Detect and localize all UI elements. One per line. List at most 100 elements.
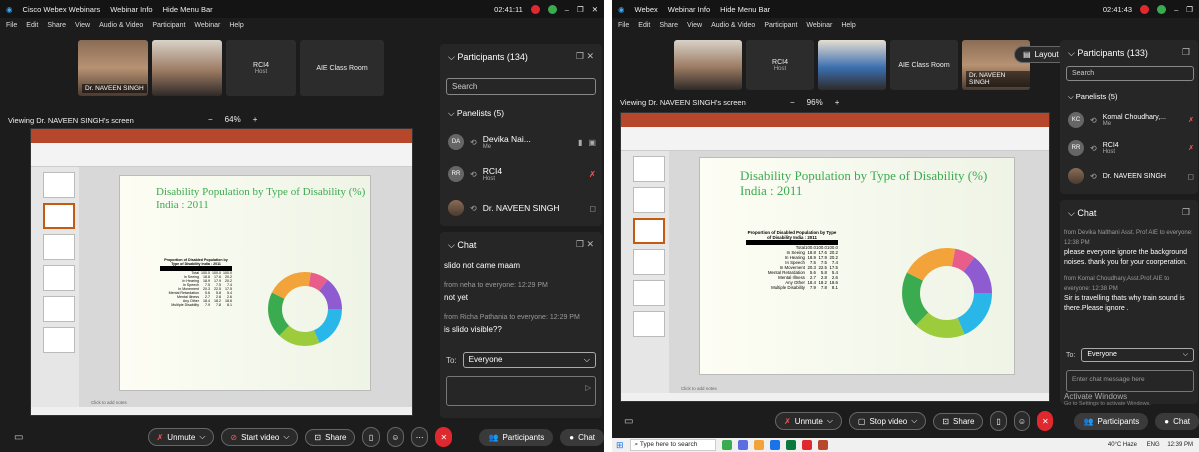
taskbar-app-icon[interactable] (737, 440, 748, 450)
language-label[interactable]: ENG (1147, 442, 1160, 448)
participants-button[interactable]: 👥 Participants (479, 428, 554, 446)
zoom-in-button[interactable]: + (253, 115, 258, 124)
panelists-header[interactable]: ⌵ Panelists (5) (448, 108, 504, 119)
panelist-item[interactable]: ⟲ Dr. NAVEEN SINGH ◻ (1068, 168, 1194, 184)
share-button[interactable]: ⊡ Share (933, 412, 984, 430)
menu-help[interactable]: Help (229, 22, 243, 29)
panelists-header[interactable]: ⌵ Panelists (5) (1068, 92, 1117, 102)
maximize-button[interactable]: ❐ (1186, 5, 1193, 14)
clock-label[interactable]: 12:39 PM (1167, 442, 1193, 448)
menu-webinar[interactable]: Webinar (806, 22, 832, 29)
video-thumb-naveen[interactable]: Dr. NAVEEN SINGH (78, 40, 148, 96)
participants-button[interactable]: 👥 Participants (1074, 412, 1149, 430)
minimize-button[interactable]: – (565, 5, 569, 14)
taskbar-app-icon[interactable] (769, 440, 780, 450)
zoom-out-button[interactable]: − (790, 98, 795, 107)
slide-editor: Disability Population by Type of Disabil… (79, 167, 412, 407)
hide-menu-bar-button[interactable]: Hide Menu Bar (163, 5, 213, 14)
stop-video-button[interactable]: ▢ Stop video ⌵ (848, 412, 927, 430)
recipient-select[interactable]: Everyone ⌵ (1081, 348, 1194, 362)
search-input[interactable]: Search (1066, 66, 1194, 81)
participants-header[interactable]: ⌵ Participants (134) (448, 52, 528, 63)
video-thumb-speaker[interactable] (152, 40, 222, 96)
leave-button[interactable]: ✕ (435, 427, 453, 447)
slide-thumbnail-selected (633, 218, 665, 244)
menu-audio-video[interactable]: Audio & Video (99, 22, 143, 29)
reactions-button[interactable]: ☺ (386, 427, 404, 447)
menu-share[interactable]: Share (659, 22, 678, 29)
windows-start-icon[interactable]: ⊞ (616, 440, 624, 451)
video-thumb-aie[interactable]: AIE Class Room (890, 40, 958, 90)
menu-file[interactable]: File (618, 22, 629, 29)
zoom-out-button[interactable]: − (208, 115, 213, 124)
video-thumb-rci4[interactable]: RCI4 Host (226, 40, 296, 96)
unmute-button[interactable]: ✗ Unmute ⌵ (147, 428, 215, 446)
video-thumb-rci4[interactable]: RCI4 Host (746, 40, 814, 90)
recipient-select[interactable]: Everyone ⌵ (462, 352, 596, 368)
hide-menu-bar-button[interactable]: Hide Menu Bar (720, 5, 770, 14)
video-thumb-presenter[interactable] (818, 40, 886, 90)
notes-placeholder[interactable]: Click to add notes (91, 400, 127, 405)
webinar-info-button[interactable]: Webinar Info (668, 5, 710, 14)
taskbar-app-icon[interactable] (721, 440, 732, 450)
participants-header[interactable]: ⌵ Participants (133) (1068, 48, 1148, 59)
weather-label[interactable]: 40°C Haze (1108, 442, 1137, 448)
menu-edit[interactable]: Edit (638, 22, 650, 29)
chat-input[interactable]: ▷ (446, 376, 596, 406)
menu-view[interactable]: View (75, 22, 90, 29)
chat-header[interactable]: ⌵ Chat (1068, 208, 1096, 219)
video-thumb-aie[interactable]: AIE Class Room (300, 40, 384, 96)
close-panel-icon[interactable]: ❐ ✕ (576, 51, 594, 62)
close-button[interactable]: ✕ (592, 5, 598, 14)
unmute-button[interactable]: ✗ Unmute ⌵ (775, 412, 842, 430)
menu-participant[interactable]: Participant (152, 22, 185, 29)
raise-hand-button[interactable]: ▯ (990, 411, 1007, 431)
menu-participant[interactable]: Participant (764, 22, 797, 29)
taskbar-app-icon[interactable] (785, 440, 796, 450)
panelist-item[interactable]: DA ⟲ Devika Nai... Me ▮ ▣ (448, 134, 596, 150)
send-icon[interactable]: ▷ (585, 383, 591, 392)
share-button[interactable]: ⊡ Share (305, 428, 356, 446)
menu-audio-video[interactable]: Audio & Video (711, 22, 755, 29)
menu-view[interactable]: View (687, 22, 702, 29)
close-panel-icon[interactable]: ❐ (1182, 207, 1190, 218)
menu-webinar[interactable]: Webinar (194, 22, 220, 29)
maximize-button[interactable]: ❐ (577, 5, 584, 14)
participants-panel: ⌵ Participants (134) ❐ ✕ Search ⌵ Paneli… (440, 44, 602, 226)
taskbar-search-input[interactable]: ⌕ Type here to search (629, 439, 716, 451)
chat-button[interactable]: ● Chat (1155, 412, 1199, 430)
video-thumb-speaker[interactable] (674, 40, 742, 90)
taskbar-app-icon[interactable] (753, 440, 764, 450)
minimize-button[interactable]: – (1174, 5, 1178, 14)
panelist-item[interactable]: KC ⟲ Komal Choudhary,... Me ✗ (1068, 112, 1194, 128)
notes-placeholder[interactable]: Click to add notes (681, 386, 717, 391)
leave-button[interactable]: ✕ (1037, 411, 1054, 431)
chat-header[interactable]: ⌵ Chat (448, 240, 476, 251)
close-panel-icon[interactable]: ❐ ✕ (576, 239, 594, 250)
raise-hand-button[interactable]: ▯ (362, 427, 380, 447)
chat-bubble-icon[interactable]: ▭ (624, 416, 633, 427)
webinar-info-button[interactable]: Webinar Info (110, 5, 152, 14)
menu-help[interactable]: Help (841, 22, 855, 29)
panelist-item[interactable]: RR ⟲ RCI4 Host ✗ (1068, 140, 1194, 156)
menu-edit[interactable]: Edit (26, 22, 38, 29)
more-button[interactable]: ⋯ (410, 427, 429, 447)
menu-file[interactable]: File (6, 22, 17, 29)
search-input[interactable]: Search (446, 78, 596, 95)
panelist-item[interactable]: RR ⟲ RCI4 Host ✗ (448, 166, 596, 182)
menu-share[interactable]: Share (47, 22, 66, 29)
chat-bubble-icon[interactable]: ▭ (14, 432, 23, 443)
chat-button[interactable]: ● Chat (560, 428, 604, 446)
zoom-in-button[interactable]: + (835, 98, 840, 107)
panelist-item[interactable]: ⟲ Dr. NAVEEN SINGH ◻ (448, 200, 596, 216)
slide-title-line1: Disability Population by Type of Disabil… (740, 168, 988, 183)
close-panel-icon[interactable]: ❐ (1182, 47, 1190, 58)
participant-name-label: RCI4 (772, 58, 788, 66)
start-video-button[interactable]: ⊘ Start video ⌵ (221, 428, 299, 446)
participant-role-label: Host (773, 65, 787, 72)
chat-icon: ● (569, 432, 575, 442)
reactions-button[interactable]: ☺ (1013, 411, 1031, 431)
taskbar-app-icon[interactable] (801, 440, 812, 450)
taskbar-app-icon[interactable] (817, 440, 828, 450)
chat-input[interactable]: Enter chat message here (1066, 370, 1194, 392)
